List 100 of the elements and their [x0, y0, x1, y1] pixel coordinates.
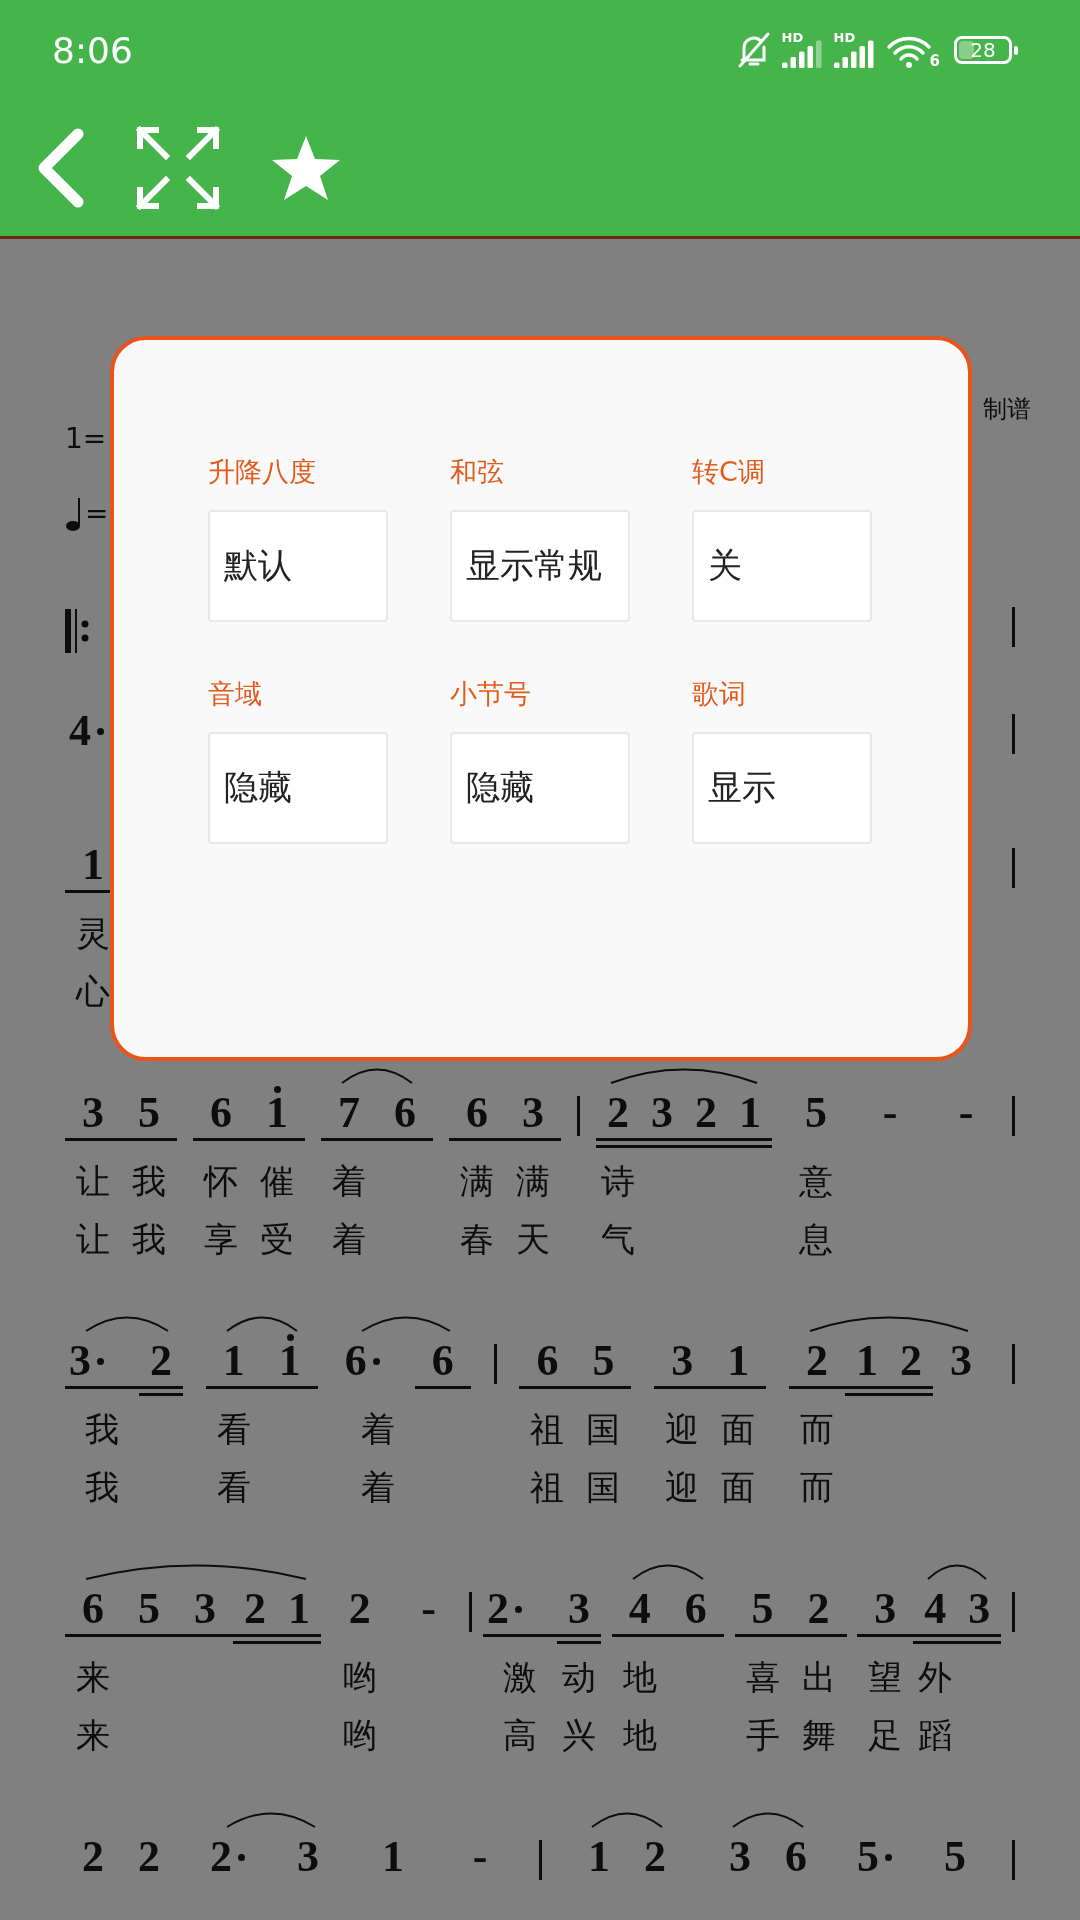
note-digit: 2 [644, 1832, 666, 1882]
lyric-text: 蹈 [917, 1714, 954, 1757]
bar-line [1012, 1840, 1015, 1880]
bar-line [469, 1592, 473, 1632]
note-digit: 2 [487, 1584, 509, 1634]
note-digit: 2 [244, 1584, 266, 1634]
lyric-text: 迎 [664, 1466, 701, 1509]
note-digit: 1 [278, 1336, 301, 1386]
setting-label: 转C调 [692, 455, 766, 489]
note-digit: 3 [651, 1088, 673, 1138]
lyric-text: 来 [75, 1714, 111, 1757]
lyric-text: 怀 [202, 1160, 239, 1203]
note-digit: 7 [338, 1088, 360, 1138]
bar-line [1012, 714, 1015, 754]
lyric-text: 满 [459, 1160, 495, 1203]
setting-option-button[interactable]: 关 [692, 510, 872, 622]
note-digit: 3 [194, 1584, 216, 1634]
lyric-text: 催 [259, 1160, 295, 1203]
lyric-text: 激 [502, 1656, 538, 1699]
note-digit: 5 [592, 1336, 615, 1386]
lyric-text: 着 [331, 1218, 367, 1261]
lyric-text: 舞 [800, 1714, 837, 1757]
note-digit: 4 [924, 1584, 947, 1634]
lyric-text: 息 [798, 1218, 834, 1261]
note-digit: 5 [857, 1832, 879, 1882]
network-type-label: HD [781, 30, 804, 45]
note-digit: 2 [82, 1832, 104, 1882]
note-digit: 1 [288, 1584, 310, 1634]
note-digit: 1 [82, 840, 104, 890]
lyric-text: 地 [621, 1714, 658, 1757]
note-digit: 3 [69, 1336, 91, 1386]
hold-dash: - [958, 1088, 974, 1138]
lyric-text: 迎 [664, 1408, 701, 1451]
note-digit: 5 [138, 1088, 160, 1138]
lyric-text: 兴 [561, 1714, 597, 1757]
lyric-text: 我 [84, 1408, 120, 1451]
lyric-text: 地 [621, 1656, 658, 1699]
note-digit: 6 [785, 1832, 807, 1882]
lyric-text: 着 [359, 1408, 396, 1451]
bar-line [493, 1344, 497, 1384]
setting-option-button[interactable]: 隐藏 [208, 732, 388, 844]
lyric-text: 望 [867, 1656, 904, 1699]
lyric-text: 受 [259, 1218, 295, 1261]
repeat-sign-icon [65, 609, 91, 653]
back-button[interactable] [36, 128, 86, 208]
lyric-text: 着 [359, 1466, 396, 1509]
setting-label: 音域 [208, 677, 263, 711]
lyric-text: 让 [75, 1218, 111, 1261]
setting-option-button[interactable]: 隐藏 [450, 732, 630, 844]
bar-line [1012, 848, 1015, 888]
wifi-standard-label: 6 [929, 52, 940, 70]
note-digit: 6 [210, 1088, 232, 1138]
bar-line [1012, 607, 1015, 647]
note-digit: 3 [568, 1584, 590, 1634]
lyric-text: 意 [798, 1160, 834, 1203]
lyric-text: 来 [75, 1656, 111, 1699]
setting-label: 和弦 [450, 455, 505, 489]
note-digit: 5 [805, 1088, 827, 1138]
lyric-text: 心 [74, 970, 111, 1013]
favorite-star-button[interactable] [270, 134, 342, 202]
note-digit: 3 [874, 1584, 897, 1634]
bar-line [539, 1840, 542, 1880]
setting-option-button[interactable]: 显示常规 [450, 510, 630, 622]
note-digit: 6 [394, 1088, 416, 1138]
lyric-text: 我 [131, 1160, 167, 1203]
clock-time: 8:06 [52, 29, 134, 71]
note-digit: 3 [950, 1336, 973, 1386]
lyric-text: 足 [867, 1714, 904, 1757]
tempo-mark: = [85, 496, 109, 532]
composer-credit: 制谱 [983, 394, 1031, 425]
lyric-text: 天 [515, 1218, 551, 1261]
fullscreen-button[interactable] [136, 126, 220, 210]
note-digit: 2 [807, 1584, 830, 1634]
lyric-text: 满 [515, 1160, 551, 1203]
beam-line [139, 1393, 183, 1396]
note-digit: 1 [739, 1088, 761, 1138]
note-digit: 2 [150, 1336, 172, 1386]
bar-line [1011, 1344, 1015, 1384]
setting-option-button[interactable]: 默认 [208, 510, 388, 622]
hold-dash: - [882, 1088, 898, 1138]
key-signature: 1= [65, 421, 107, 457]
hold-dash: - [472, 1832, 488, 1882]
note-digit: 2 [348, 1584, 371, 1634]
lyric-text: 气 [600, 1218, 636, 1261]
note-digit: 6 [684, 1584, 707, 1634]
lyric-text: 出 [800, 1656, 837, 1699]
note-digit: 5 [944, 1832, 966, 1882]
note-digit: 3 [968, 1584, 991, 1634]
note-digit: 6 [536, 1336, 559, 1386]
note-digit: 3 [297, 1832, 319, 1882]
lyric-text: 喜 [744, 1656, 781, 1699]
note-digit: 3 [671, 1336, 694, 1386]
lyric-text: 面 [720, 1408, 757, 1451]
lyric-text: 外 [917, 1656, 954, 1699]
lyric-text: 哟 [341, 1656, 378, 1699]
setting-label: 歌词 [692, 677, 747, 711]
lyric-text: 而 [799, 1408, 836, 1451]
note-digit: 1 [856, 1336, 879, 1386]
note-digit: 3 [82, 1088, 104, 1138]
setting-option-button[interactable]: 显示 [692, 732, 872, 844]
